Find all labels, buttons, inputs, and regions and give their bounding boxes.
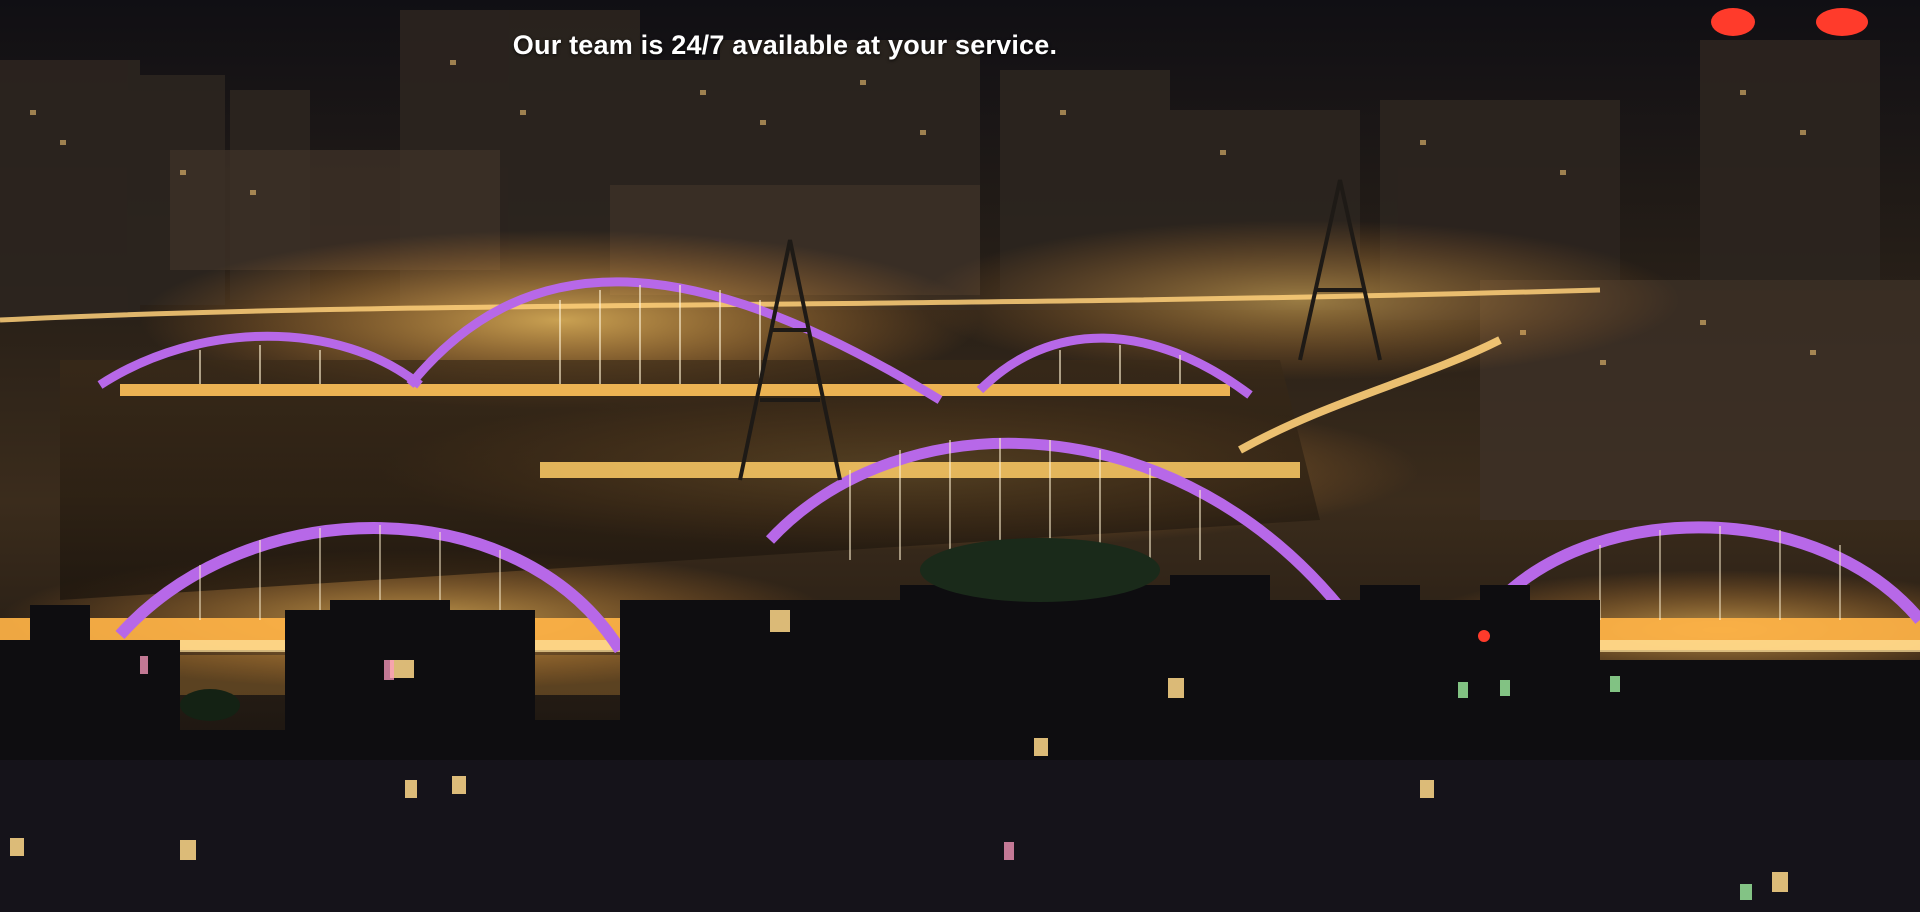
hero-banner: Our team is 24/7 available at your servi… (0, 0, 1920, 912)
city-night-bridge-image (0, 0, 1920, 912)
hero-headline: Our team is 24/7 available at your servi… (512, 30, 1058, 60)
